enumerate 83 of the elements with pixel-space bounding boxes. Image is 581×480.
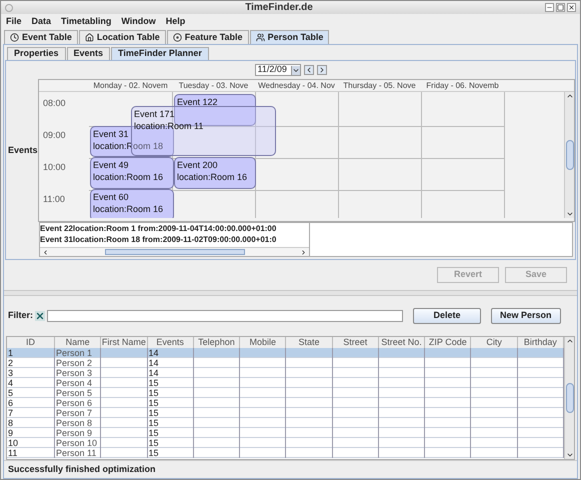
- event-title: Event 200: [177, 159, 219, 171]
- table-row[interactable]: 10 Person 10 15: [7, 438, 564, 448]
- date-value: 11/2/09: [258, 63, 287, 76]
- event-title: Event 49: [93, 159, 130, 171]
- log-line: Event 22location:Room 1 from:2009-11-04T14:00:00.000+01:00: [40, 223, 278, 234]
- filter-field[interactable]: [47, 310, 403, 322]
- scroll-up-icon[interactable]: [566, 337, 574, 345]
- tab-label: Event Table: [22, 30, 72, 44]
- event-title: Event 31: [93, 128, 130, 140]
- table-cell: 15: [148, 448, 194, 458]
- close-icon[interactable]: [567, 3, 576, 12]
- event-location: location:Room 16: [93, 203, 164, 215]
- table-row[interactable]: 2 Person 2 14: [7, 358, 564, 368]
- tab[interactable]: Properties: [7, 47, 66, 60]
- table-row[interactable]: 1 Person 1 14: [7, 348, 564, 358]
- day-header: Monday - 02. Novem: [92, 80, 169, 91]
- event-title: Event 171: [134, 108, 176, 120]
- previous-week-icon[interactable]: [304, 65, 314, 75]
- scroll-right-icon[interactable]: [300, 248, 307, 256]
- tab[interactable]: Event Table: [4, 30, 78, 44]
- time-label: 11:00: [43, 193, 65, 206]
- time-label: 09:00: [43, 129, 66, 142]
- table-row[interactable]: 4 Person 4 15: [7, 378, 564, 388]
- day-header: Wednesday - 04. Nov: [257, 80, 336, 91]
- filter-label: Filter:: [8, 309, 34, 322]
- tab[interactable]: Events: [66, 47, 110, 60]
- tab-label: Person Table: [268, 30, 324, 44]
- scroll-down-icon[interactable]: [566, 210, 574, 218]
- tab[interactable]: TimeFinder Planner: [111, 47, 209, 60]
- scroll-down-icon[interactable]: [566, 451, 574, 459]
- menu-item[interactable]: Window: [121, 14, 156, 28]
- day-header: Friday - 06. Novemb: [425, 80, 500, 91]
- maximize-icon[interactable]: [556, 3, 565, 12]
- window-title: TimeFinder.de: [245, 1, 313, 15]
- date-field[interactable]: 11/2/09: [254, 64, 300, 76]
- horizontal-scrollbar[interactable]: [40, 247, 309, 256]
- time-label: 10:00: [43, 161, 66, 174]
- table-row[interactable]: 9 Person 9 15: [7, 428, 564, 438]
- table-cell: 11: [7, 448, 55, 458]
- dropdown-icon[interactable]: [290, 66, 300, 74]
- event-card[interactable]: Event 49 location:Room 16: [90, 157, 174, 189]
- event-card[interactable]: Event 200 location:Room 16: [174, 157, 256, 189]
- log-line: Event 31location:Room 18 from:2009-11-02T09:00:00.000+01:0: [40, 234, 278, 245]
- table-cell: Person 11: [55, 448, 102, 458]
- time-label: 08:00: [43, 97, 66, 110]
- event-card[interactable]: Event 60 location:Room 16: [90, 189, 174, 218]
- day-header: Tuesday - 03. Nove: [178, 80, 250, 91]
- event-title: Event 122: [177, 96, 219, 108]
- tab[interactable]: Person Table: [250, 30, 330, 44]
- table-row[interactable]: 5 Person 5 15: [7, 388, 564, 398]
- tab-icon: [256, 33, 265, 42]
- table-row[interactable]: 3 Person 3 14: [7, 368, 564, 378]
- tab[interactable]: Feature Table: [166, 30, 249, 44]
- table-button[interactable]: New Person: [491, 308, 561, 324]
- tab-label: Location Table: [96, 30, 160, 44]
- scrollbar[interactable]: [564, 92, 574, 218]
- table-row[interactable]: 6 Person 6 15: [7, 398, 564, 408]
- menu-item[interactable]: File: [6, 14, 22, 28]
- scrollbar[interactable]: [564, 337, 574, 459]
- event-location: location:Room 16: [177, 171, 248, 183]
- tab-label: Feature Table: [184, 30, 243, 44]
- table-button[interactable]: Delete: [413, 308, 481, 324]
- scroll-up-icon[interactable]: [566, 92, 574, 100]
- event-location: location:Room 16: [93, 171, 164, 183]
- scroll-thumb[interactable]: [566, 383, 574, 413]
- day-header: Thursday - 05. Nove: [342, 80, 417, 91]
- table-row[interactable]: 7 Person 7 15: [7, 408, 564, 418]
- clear-filter-icon[interactable]: [35, 311, 46, 321]
- tab-icon: [84, 33, 94, 42]
- menu-item[interactable]: Timetabling: [61, 14, 112, 28]
- status-message: Successfully finished optimization: [8, 462, 156, 476]
- event-title: Event 60: [93, 191, 130, 203]
- table-row[interactable]: 8 Person 8 15: [7, 418, 564, 428]
- tab[interactable]: Location Table: [78, 30, 166, 44]
- scroll-left-icon[interactable]: [42, 248, 49, 256]
- next-week-icon[interactable]: [316, 65, 326, 75]
- scroll-thumb[interactable]: [566, 140, 574, 170]
- tab-icon: [10, 33, 19, 42]
- menu-item[interactable]: Data: [32, 14, 52, 28]
- side-label: Events: [8, 144, 38, 157]
- menu-item[interactable]: Help: [166, 14, 186, 28]
- table-row[interactable]: 11 Person 11 15: [7, 448, 564, 458]
- tab-icon: [172, 33, 182, 42]
